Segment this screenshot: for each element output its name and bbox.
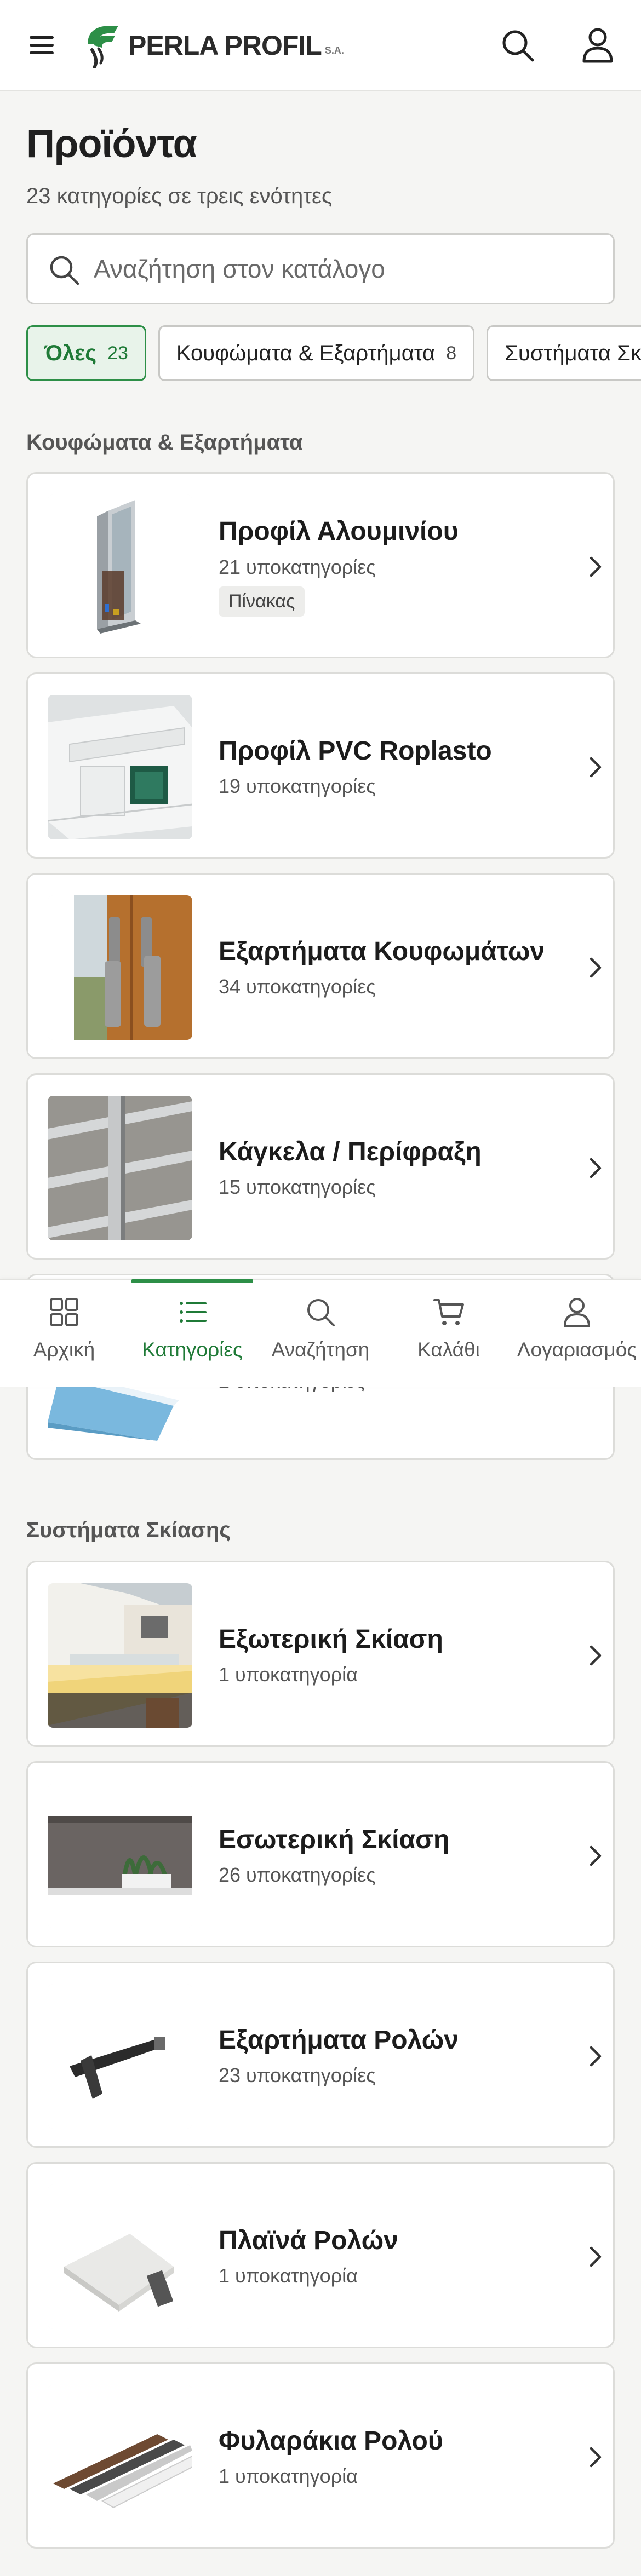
search-icon — [50, 256, 79, 285]
category-name: Εσωτερική Σκίαση — [219, 1825, 450, 1854]
category-card[interactable]: Εσωτερική Σκίαση 26 υποκατηγορίες — [26, 1761, 615, 1947]
category-info: Προφίλ Αλουμινίου 21 υποκατηγορίες Πίνακ… — [219, 474, 558, 657]
bottom-tab-bar: Αρχική Κατηγορίες Αναζήτηση Καλάθι Λογαρ… — [0, 1279, 641, 1387]
tab-label: Λογαριασμός — [517, 1338, 637, 1361]
chip-label: Κουφώματα & Εξαρτήματα — [176, 341, 436, 365]
price-list-badge: Πίνακας — [219, 586, 305, 617]
tab-account[interactable]: Λογαριασμός — [513, 1280, 641, 1388]
interior-blind-image — [48, 1784, 192, 1928]
chevron-right-icon — [590, 1845, 602, 1866]
subcategory-count: 34 υποκατηγορίες — [219, 975, 376, 998]
search-icon[interactable] — [500, 27, 536, 64]
chip-all[interactable]: Όλες 23 — [26, 325, 146, 381]
category-card[interactable]: Πλαϊνά Ρολών 1 υποκατηγορία — [26, 2162, 615, 2348]
chevron-right-icon — [590, 2447, 602, 2468]
category-card[interactable]: Προφίλ PVC Roplasto 19 υποκατηγορίες — [26, 672, 615, 859]
category-name: Εξαρτήματα Κουφωμάτων — [219, 936, 545, 966]
chevron-right-icon — [590, 1158, 602, 1178]
category-name: Φυλαράκια Ρολού — [219, 2426, 443, 2456]
roller-bracket-image — [48, 1984, 192, 2129]
catalog-search-field[interactable] — [26, 233, 615, 304]
perla-logo-mark-icon — [88, 26, 118, 68]
category-card[interactable]: Εξαρτήματα Ρολών 23 υποκατηγορίες — [26, 1962, 615, 2148]
category-name: Κάγκελα / Περίφραξη — [219, 1137, 482, 1166]
railing-image — [48, 1096, 192, 1240]
category-info: Κάγκελα / Περίφραξη 15 υποκατηγορίες — [219, 1075, 558, 1258]
list-icon — [180, 1302, 207, 1323]
roller-side-cap-image — [48, 2184, 192, 2329]
grid-icon — [50, 1298, 78, 1326]
section-title-frames: Κουφώματα & Εξαρτήματα — [26, 430, 303, 455]
subcategory-count: 1 υποκατηγορία — [219, 2465, 358, 2488]
tab-label: Αρχική — [33, 1338, 95, 1361]
chevron-right-icon — [590, 757, 602, 778]
subcategory-count: 26 υποκατηγορίες — [219, 1864, 376, 1887]
section-title-shading: Συστήματα Σκίασης — [26, 1518, 231, 1542]
category-name: Προφίλ Αλουμινίου — [219, 517, 459, 547]
chevron-right-icon — [590, 2046, 602, 2067]
chip-shading-systems[interactable]: Συστήματα Σκίασης — [487, 325, 641, 381]
category-card[interactable]: Προφίλ Αλουμινίου 21 υποκατηγορίες Πίνακ… — [26, 472, 615, 658]
chevron-right-icon — [590, 2246, 602, 2267]
search-icon — [307, 1299, 335, 1326]
category-card[interactable]: Εξωτερική Σκίαση 1 υποκατηγορία — [26, 1561, 615, 1747]
subcategory-count: 15 υποκατηγορίες — [219, 1176, 376, 1199]
catalog-search-input[interactable] — [94, 246, 598, 292]
category-info: Εσωτερική Σκίαση 26 υποκατηγορίες — [219, 1763, 558, 1946]
category-info: Εξαρτήματα Ρολών 23 υποκατηγορίες — [219, 1963, 558, 2146]
category-name: Πλαϊνά Ρολών — [219, 2226, 398, 2255]
tab-label: Κατηγορίες — [142, 1338, 243, 1361]
chevron-right-icon — [590, 957, 602, 978]
chip-count: 8 — [446, 342, 457, 364]
logo-suffix: S.A. — [324, 44, 344, 56]
category-name: Εξωτερική Σκίαση — [219, 1624, 443, 1654]
subcategory-count: 23 υποκατηγορίες — [219, 2064, 376, 2087]
chip-label: Συστήματα Σκίασης — [505, 341, 641, 365]
brand-logo[interactable]: PERLA PROFIL S.A. — [82, 21, 344, 70]
category-info: Φυλαράκια Ρολού 1 υποκατηγορία — [219, 2364, 558, 2547]
chip-label: Όλες — [44, 341, 97, 365]
category-card[interactable]: Εξαρτήματα Κουφωμάτων 34 υποκατηγορίες — [26, 873, 615, 1059]
category-info: Πλαϊνά Ρολών 1 υποκατηγορία — [219, 2164, 558, 2347]
aluminium-window-profile-image — [48, 495, 192, 639]
page-title: Προϊόντα — [26, 122, 197, 166]
subcategory-count: 21 υποκατηγορίες — [219, 555, 376, 578]
pvc-profile-image — [48, 695, 192, 840]
subcategory-count: 1 υποκατηγορία — [219, 2264, 358, 2287]
user-icon[interactable] — [580, 26, 616, 64]
category-info: Εξαρτήματα Κουφωμάτων 34 υποκατηγορίες — [219, 875, 558, 1057]
category-name: Προφίλ PVC Roplasto — [219, 736, 492, 766]
cart-icon — [433, 1299, 464, 1325]
category-name: Εξαρτήματα Ρολών — [219, 2025, 459, 2055]
menu-icon[interactable] — [30, 34, 56, 56]
category-card[interactable]: Φυλαράκια Ρολού 1 υποκατηγορία — [26, 2362, 615, 2549]
category-info: Εξωτερική Σκίαση 1 υποκατηγορία — [219, 1562, 558, 1745]
chip-count: 23 — [107, 342, 128, 364]
tab-search[interactable]: Αναζήτηση — [256, 1280, 385, 1388]
category-info: Προφίλ PVC Roplasto 19 υποκατηγορίες — [219, 674, 558, 857]
window-handle-image — [48, 895, 192, 1040]
roller-slats-image — [48, 2385, 192, 2529]
user-icon — [564, 1298, 590, 1327]
subcategory-count: 19 υποκατηγορίες — [219, 775, 376, 798]
tab-label: Καλάθι — [417, 1338, 480, 1361]
category-card[interactable]: Κάγκελα / Περίφραξη 15 υποκατηγορίες — [26, 1073, 615, 1260]
logo-wordmark: PERLA PROFIL — [128, 30, 322, 61]
tab-label: Αναζήτηση — [271, 1338, 370, 1361]
chevron-right-icon — [590, 556, 602, 577]
tab-categories[interactable]: Κατηγορίες — [128, 1279, 256, 1388]
subcategory-count: 1 υποκατηγορία — [219, 1663, 358, 1686]
awning-image — [48, 1583, 192, 1728]
tab-cart[interactable]: Καλάθι — [385, 1280, 513, 1388]
tab-home[interactable]: Αρχική — [0, 1280, 128, 1388]
page-subtitle: 23 κατηγορίες σε τρεις ενότητες — [26, 184, 333, 208]
chip-frames-accessories[interactable]: Κουφώματα & Εξαρτήματα 8 — [158, 325, 475, 381]
chevron-right-icon — [590, 1645, 602, 1666]
section-filter-chips: Όλες 23 Κουφώματα & Εξαρτήματα 8 Συστήμα… — [26, 325, 641, 381]
top-app-bar: PERLA PROFIL S.A. — [0, 0, 641, 91]
